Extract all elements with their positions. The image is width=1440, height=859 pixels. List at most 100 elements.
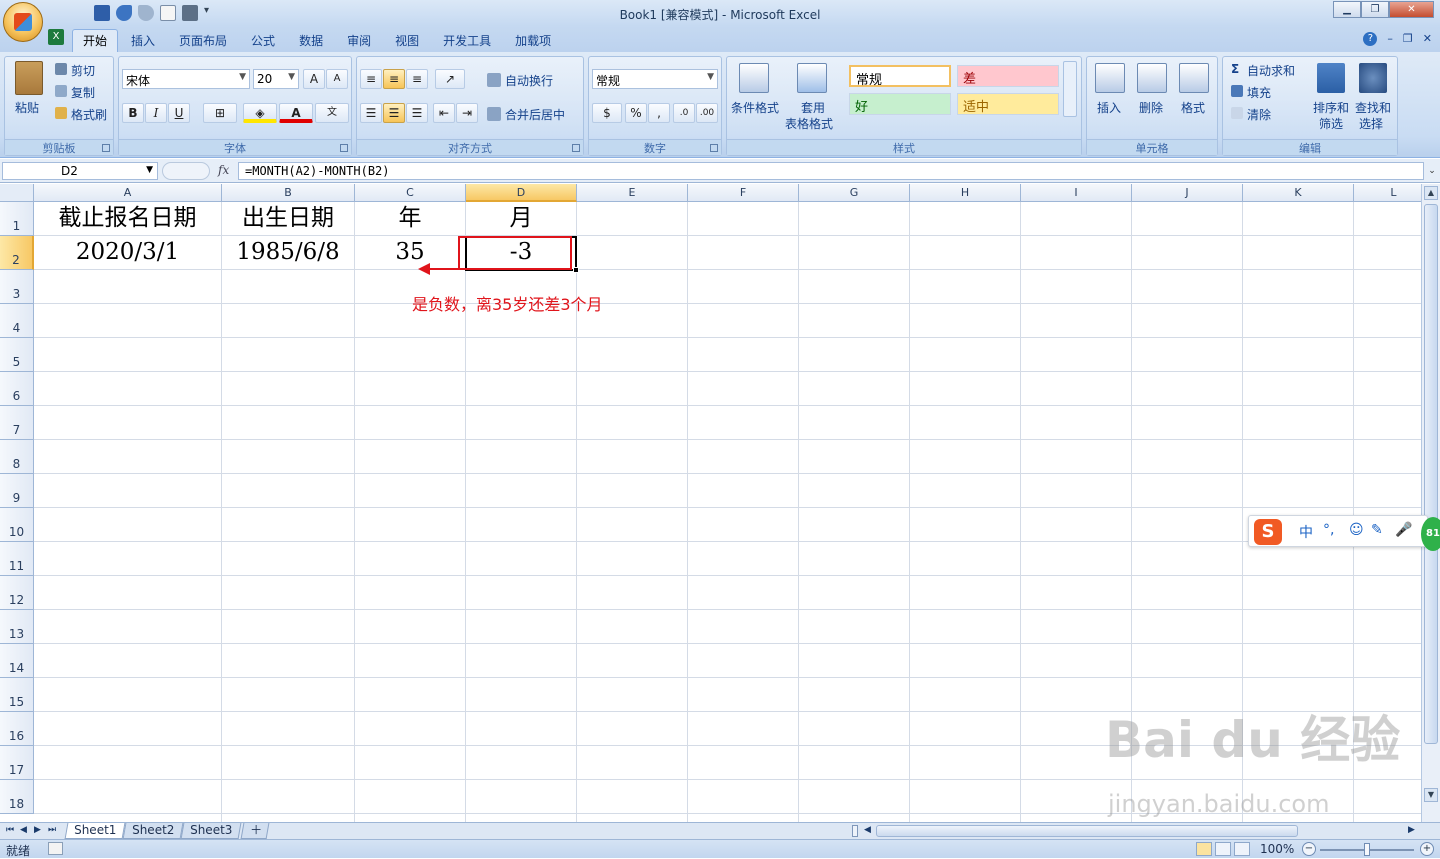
row-header-6[interactable]: 6 — [0, 372, 34, 406]
format-painter-button[interactable]: 格式刷 — [71, 106, 107, 123]
tab-view[interactable]: 视图 — [384, 29, 430, 54]
insert-cells-button[interactable]: 插入 — [1097, 99, 1121, 116]
row-header-5[interactable]: 5 — [0, 338, 34, 372]
column-header-D[interactable]: D — [466, 184, 577, 202]
copy-icon[interactable] — [55, 85, 67, 97]
formula-bar-toggle[interactable] — [162, 162, 210, 180]
cell-C2[interactable]: 35 — [355, 236, 465, 270]
sort-filter-line2[interactable]: 筛选 — [1319, 115, 1343, 132]
row-header-3[interactable]: 3 — [0, 270, 34, 304]
find-select-line2[interactable]: 选择 — [1359, 115, 1383, 132]
comma-button[interactable]: , — [648, 103, 670, 123]
row-header-18[interactable]: 18 — [0, 780, 34, 814]
row-header-7[interactable]: 7 — [0, 406, 34, 440]
conditional-format-icon[interactable] — [739, 63, 769, 93]
prev-sheet-icon[interactable]: ◀ — [20, 825, 27, 835]
align-middle-button[interactable]: ≡ — [383, 69, 405, 89]
microphone-icon[interactable]: 🎤 — [1395, 522, 1412, 538]
styles-scroll-icon[interactable] — [1063, 61, 1077, 117]
shrink-font-button[interactable]: A — [326, 69, 348, 89]
format-as-table-line1[interactable]: 套用 — [801, 99, 825, 116]
insert-cells-icon[interactable] — [1095, 63, 1125, 93]
row-header-4[interactable]: 4 — [0, 304, 34, 338]
sogou-logo-icon[interactable]: S — [1254, 519, 1282, 545]
percent-button[interactable]: % — [625, 103, 647, 123]
tab-split-handle[interactable] — [852, 825, 858, 837]
row-header-8[interactable]: 8 — [0, 440, 34, 474]
office-button[interactable] — [3, 2, 43, 42]
format-as-table-icon[interactable] — [797, 63, 827, 93]
accounting-format-button[interactable]: $ — [592, 103, 622, 123]
insert-function-icon[interactable]: fx — [218, 163, 229, 177]
fill-button[interactable]: 填充 — [1247, 84, 1271, 101]
column-header-A[interactable]: A — [34, 184, 222, 202]
first-sheet-icon[interactable]: ⏮ — [6, 825, 14, 835]
scroll-down-icon[interactable]: ▼ — [1424, 788, 1438, 802]
alignment-launcher-icon[interactable] — [572, 144, 580, 152]
row-header-12[interactable]: 12 — [0, 576, 34, 610]
sort-filter-icon[interactable] — [1317, 63, 1345, 93]
ribbon-restore-icon[interactable]: ❐ — [1403, 32, 1413, 46]
column-header-J[interactable]: J — [1132, 184, 1243, 202]
cell-A1[interactable]: 截止报名日期 — [34, 202, 221, 236]
scroll-left-icon[interactable]: ◀ — [864, 825, 871, 835]
zoom-level[interactable]: 100% — [1260, 842, 1294, 856]
minimize-button[interactable]: ▁ — [1333, 1, 1361, 18]
phonetic-button[interactable]: 文 — [315, 103, 349, 123]
tab-data[interactable]: 数据 — [288, 29, 334, 54]
sheet-tab-1[interactable]: Sheet1 — [64, 823, 126, 839]
cell-B1[interactable]: 出生日期 — [222, 202, 354, 236]
column-header-G[interactable]: G — [799, 184, 910, 202]
copy-button[interactable]: 复制 — [71, 84, 95, 101]
increase-indent-button[interactable]: ⇥ — [456, 103, 478, 123]
cut-icon[interactable] — [55, 63, 67, 75]
scroll-up-icon[interactable]: ▲ — [1424, 186, 1438, 200]
restore-button[interactable]: ❐ — [1361, 1, 1389, 18]
help-icon[interactable]: ? — [1363, 32, 1378, 46]
bold-button[interactable]: B — [122, 103, 144, 123]
decrease-decimal-button[interactable]: .00 — [696, 103, 718, 123]
tab-home[interactable]: 开始 — [72, 29, 119, 54]
last-sheet-icon[interactable]: ⏭ — [48, 825, 56, 835]
tab-formulas[interactable]: 公式 — [240, 29, 286, 54]
fill-handle[interactable] — [573, 267, 579, 273]
zoom-slider-knob[interactable] — [1364, 843, 1370, 856]
paste-icon[interactable] — [15, 61, 43, 95]
ribbon-minimize-icon[interactable]: – — [1387, 32, 1393, 46]
row-header-11[interactable]: 11 — [0, 542, 34, 576]
row-header-17[interactable]: 17 — [0, 746, 34, 780]
row-header-2[interactable]: 2 — [0, 236, 34, 270]
format-cells-button[interactable]: 格式 — [1181, 99, 1205, 116]
ime-language[interactable]: 中 — [1299, 522, 1313, 542]
select-all-button[interactable] — [0, 184, 34, 202]
cell-D1[interactable]: 月 — [466, 202, 576, 236]
emoji-icon[interactable]: ☺ — [1349, 522, 1364, 538]
decrease-indent-button[interactable]: ⇤ — [433, 103, 455, 123]
ribbon-close-icon[interactable]: ✕ — [1423, 32, 1432, 46]
font-name-select[interactable]: 宋体 ▼ — [122, 69, 250, 89]
tab-insert[interactable]: 插入 — [120, 29, 166, 54]
align-right-button[interactable]: ☰ — [406, 103, 428, 123]
conditional-format-button[interactable]: 条件格式 — [731, 99, 779, 116]
align-left-button[interactable]: ☰ — [360, 103, 382, 123]
font-size-select[interactable]: 20 ▼ — [253, 69, 299, 89]
sheet-tab-2[interactable]: Sheet2 — [122, 823, 184, 839]
align-top-button[interactable]: ≡ — [360, 69, 382, 89]
row-header-1[interactable]: 1 — [0, 202, 34, 236]
delete-cells-icon[interactable] — [1137, 63, 1167, 93]
autosum-button[interactable]: 自动求和 — [1247, 62, 1295, 79]
vertical-scrollbar[interactable]: ▲ ▼ — [1421, 184, 1440, 822]
format-cells-icon[interactable] — [1179, 63, 1209, 93]
insert-sheet-icon[interactable]: ＋ — [240, 823, 270, 839]
increase-decimal-button[interactable]: .0 — [673, 103, 695, 123]
find-select-icon[interactable] — [1359, 63, 1387, 93]
row-header-14[interactable]: 14 — [0, 644, 34, 678]
column-header-H[interactable]: H — [910, 184, 1021, 202]
ime-punctuation[interactable]: °, — [1323, 522, 1334, 538]
format-painter-icon[interactable] — [55, 107, 67, 119]
column-header-L[interactable]: L — [1354, 184, 1421, 202]
italic-button[interactable]: I — [145, 103, 167, 123]
row-header-10[interactable]: 10 — [0, 508, 34, 542]
cell-A2[interactable]: 2020/3/1 — [34, 236, 221, 270]
column-header-E[interactable]: E — [577, 184, 688, 202]
